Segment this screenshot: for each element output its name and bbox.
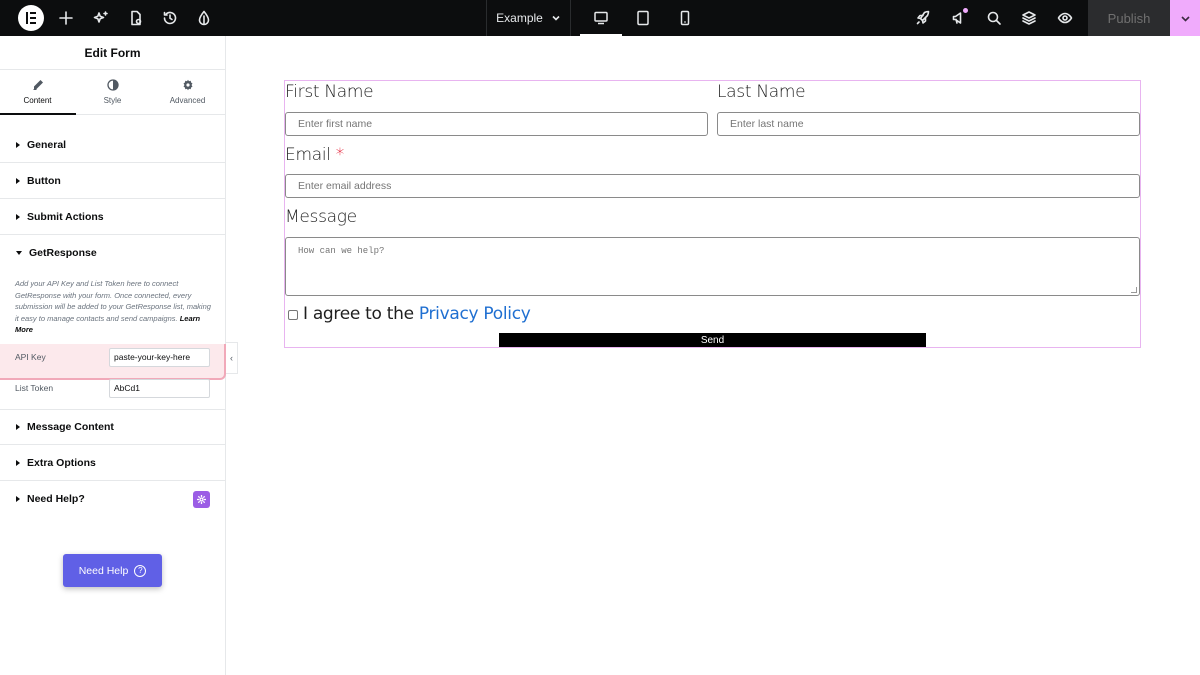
section-getresponse[interactable]: GetResponse: [0, 235, 226, 271]
tab-style-label: Style: [103, 96, 122, 105]
last-name-label: Last Name: [717, 82, 806, 102]
list-token-label: List Token: [15, 383, 54, 393]
question-mark-icon: ?: [134, 564, 147, 577]
gear-icon: [183, 79, 192, 91]
publish-button[interactable]: Publish: [1088, 0, 1170, 36]
preview-eye-icon[interactable]: [1055, 8, 1075, 28]
caret-right-icon: [16, 213, 20, 220]
tablet-view-icon[interactable]: [622, 0, 664, 36]
list-token-row: List Token: [0, 373, 226, 403]
launch-rocket-icon[interactable]: [913, 8, 933, 28]
caret-right-icon: [16, 496, 20, 502]
message-label: Message: [285, 207, 357, 227]
page-select-dropdown[interactable]: Example: [486, 0, 571, 36]
chevron-down-icon: [1180, 15, 1190, 22]
api-key-input[interactable]: [109, 347, 210, 367]
pencil-icon: [33, 80, 43, 90]
caret-right-icon: [16, 141, 20, 148]
message-textarea[interactable]: How can we help?: [285, 237, 1140, 296]
first-name-label: First Name: [285, 82, 374, 102]
half-circle-icon: [106, 79, 119, 91]
chevron-down-icon: [552, 15, 560, 21]
section-general[interactable]: General: [0, 127, 226, 163]
elementor-logo-icon[interactable]: [18, 5, 44, 31]
site-style-icon[interactable]: [194, 8, 214, 28]
section-submit-actions[interactable]: Submit Actions: [0, 199, 226, 235]
history-icon[interactable]: [160, 8, 180, 28]
panel-title: Edit Form: [0, 36, 225, 70]
ai-assistant-icon[interactable]: [193, 491, 210, 508]
top-bar: Example Publish: [0, 0, 1200, 36]
section-message-content[interactable]: Message Content: [0, 409, 226, 445]
section-button[interactable]: Button: [0, 163, 226, 199]
email-label-text: Email: [285, 145, 331, 165]
privacy-checkbox[interactable]: [288, 310, 298, 320]
getresponse-description: Add your API Key and List Token here to …: [15, 278, 215, 336]
notifications-megaphone-icon[interactable]: [949, 8, 969, 28]
email-input[interactable]: Enter email address: [285, 174, 1140, 198]
publish-options-button[interactable]: [1170, 0, 1200, 36]
api-key-row: API Key: [0, 342, 226, 372]
last-name-input[interactable]: Enter last name: [717, 112, 1140, 136]
tab-content[interactable]: Content: [0, 70, 75, 114]
caret-right-icon: [16, 459, 20, 466]
collapse-panel-chevron-left-icon[interactable]: ‹: [226, 342, 238, 374]
first-name-input[interactable]: Enter first name: [285, 112, 708, 136]
agree-text: I agree to the: [303, 304, 419, 324]
email-label: Email *: [285, 145, 344, 165]
mobile-view-icon[interactable]: [664, 0, 706, 36]
tab-style[interactable]: Style: [75, 70, 150, 114]
privacy-policy-link[interactable]: Privacy Policy: [419, 304, 531, 324]
search-icon[interactable]: [984, 8, 1004, 28]
required-asterisk: *: [335, 145, 345, 165]
caret-down-icon: [16, 251, 22, 255]
editor-panel: Edit Form Content Style Advanced General…: [0, 36, 226, 675]
ai-sparkle-icon[interactable]: [91, 8, 111, 28]
send-button[interactable]: Send: [499, 333, 926, 347]
agree-label: I agree to the Privacy Policy: [303, 304, 531, 324]
section-button-label: Button: [27, 174, 61, 187]
section-submit-actions-label: Submit Actions: [27, 210, 104, 223]
structure-layers-icon[interactable]: [1019, 8, 1039, 28]
desktop-view-icon[interactable]: [580, 0, 622, 36]
message-placeholder: How can we help?: [298, 246, 385, 256]
list-token-input[interactable]: [109, 378, 210, 398]
caret-right-icon: [16, 177, 20, 184]
section-extra-options[interactable]: Extra Options: [0, 445, 226, 481]
need-help-button[interactable]: Need Help ?: [63, 554, 162, 587]
need-help-button-label: Need Help: [78, 564, 129, 577]
section-need-help-label: Need Help?: [27, 493, 85, 505]
tab-advanced[interactable]: Advanced: [150, 70, 225, 114]
panel-tabs: Content Style Advanced: [0, 70, 225, 115]
section-extra-options-label: Extra Options: [27, 456, 96, 469]
notification-dot: [963, 8, 968, 13]
section-message-content-label: Message Content: [27, 421, 114, 433]
resize-handle-icon[interactable]: [1131, 287, 1137, 293]
page-name: Example: [496, 11, 543, 25]
section-getresponse-label: GetResponse: [29, 247, 97, 259]
api-key-label: API Key: [15, 352, 46, 362]
tab-advanced-label: Advanced: [169, 96, 206, 105]
add-element-icon[interactable]: [56, 8, 76, 28]
page-settings-icon[interactable]: [126, 8, 146, 28]
caret-right-icon: [16, 424, 20, 430]
tab-content-label: Content: [23, 96, 52, 105]
section-general-label: General: [27, 138, 67, 151]
